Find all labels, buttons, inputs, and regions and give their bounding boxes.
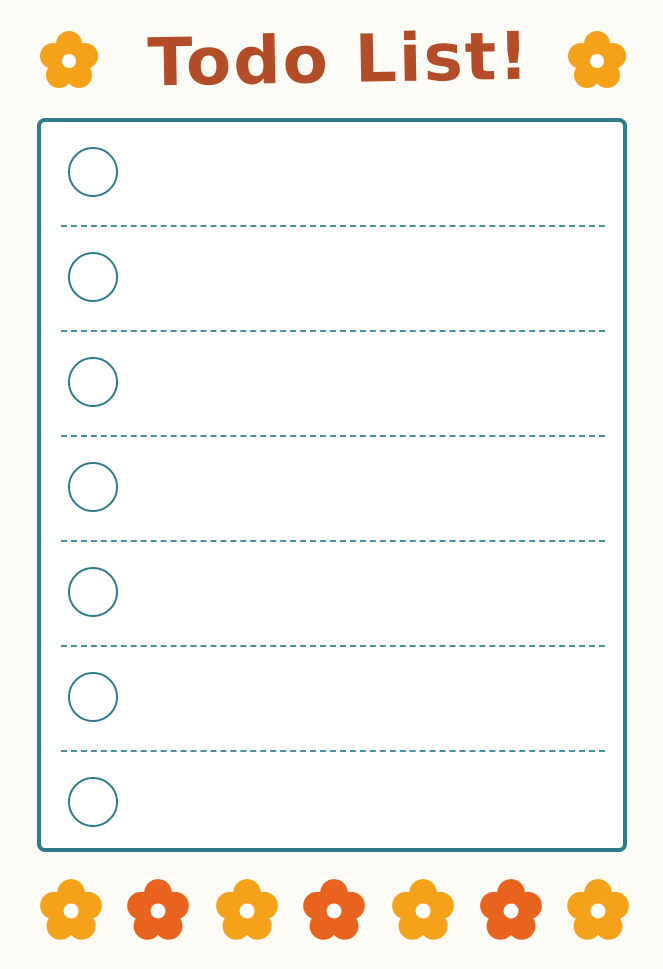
todo-row [41, 332, 623, 437]
todo-list-page: Todo List! [0, 0, 663, 969]
flower-icon [214, 878, 280, 944]
todo-checkbox[interactable] [68, 777, 118, 827]
todo-checkbox[interactable] [68, 147, 118, 197]
todo-row [41, 752, 623, 857]
todo-checkbox[interactable] [68, 252, 118, 302]
todo-checkbox[interactable] [68, 672, 118, 722]
flower-icon [566, 30, 628, 92]
flower-icon [38, 878, 104, 944]
todo-row [41, 647, 623, 752]
todo-checkbox[interactable] [68, 462, 118, 512]
flower-icon [478, 878, 544, 944]
header: Todo List! [0, 0, 663, 112]
todo-row [41, 542, 623, 647]
flower-icon [38, 30, 100, 92]
todo-row [41, 227, 623, 332]
footer-flower-border [0, 870, 663, 960]
todo-checkbox[interactable] [68, 567, 118, 617]
flower-icon [390, 878, 456, 944]
todo-row [41, 122, 623, 227]
todo-checkbox[interactable] [68, 357, 118, 407]
todo-card [37, 118, 627, 852]
flower-icon [565, 878, 631, 944]
flower-icon [301, 878, 367, 944]
page-title: Todo List! [146, 17, 532, 101]
todo-row [41, 437, 623, 542]
flower-icon [125, 878, 191, 944]
